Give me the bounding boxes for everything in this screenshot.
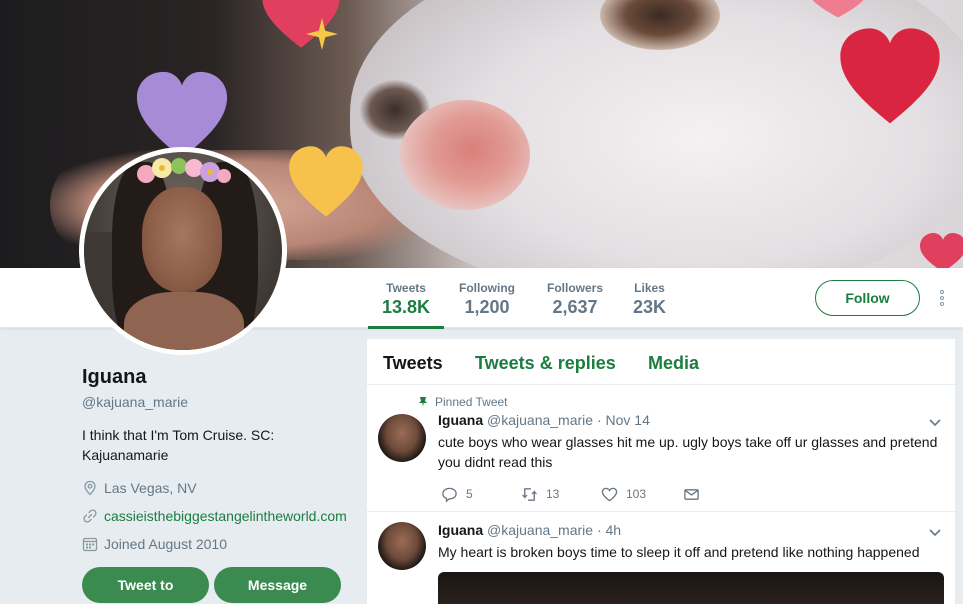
heart-icon — [918, 232, 963, 268]
like-action[interactable]: 103 — [601, 486, 683, 503]
tab-media[interactable]: Media — [648, 353, 699, 374]
tweet-time[interactable]: · Nov 14 — [597, 412, 650, 428]
more-vertical-icon[interactable] — [936, 290, 948, 308]
tweet-text: My heart is broken boys time to sleep it… — [438, 544, 920, 560]
reply-count: 5 — [466, 487, 473, 501]
stat-following[interactable]: Following 1,200 — [459, 281, 515, 318]
profile-avatar[interactable] — [79, 147, 287, 355]
tab-tweets[interactable]: Tweets — [383, 353, 443, 374]
tweet-author-handle[interactable]: @kajuana_marie — [487, 522, 593, 538]
tweet-author-name[interactable]: Iguana — [438, 522, 483, 538]
calendar-icon — [82, 537, 98, 552]
tweet-author-name[interactable]: Iguana — [438, 412, 483, 428]
tweet-text: cute boys who wear glasses hit me up. ug… — [438, 434, 938, 470]
tweet-author-handle[interactable]: @kajuana_marie — [487, 412, 593, 428]
stat-followers[interactable]: Followers 2,637 — [547, 281, 603, 318]
tweet-media-image[interactable] — [438, 572, 944, 604]
profile-joined: Joined August 2010 — [82, 534, 227, 554]
profile-bio: I think that I'm Tom Cruise. SC: Kajuana… — [82, 427, 275, 463]
retweet-count: 13 — [546, 487, 560, 501]
stat-value: 13.8K — [382, 297, 431, 317]
stat-label: Followers — [547, 281, 604, 295]
heart-icon — [798, 0, 878, 20]
reply-icon — [442, 487, 457, 502]
retweet-action[interactable]: 13 — [521, 486, 601, 503]
heart-icon — [834, 24, 946, 132]
timeline: Tweets Tweets & replies Media Pinned Twe… — [367, 339, 955, 604]
stat-value: 1,200 — [464, 297, 510, 317]
sparkle-icon — [306, 18, 338, 50]
tweet-time[interactable]: · 4h — [597, 522, 621, 538]
joined-text: Joined August 2010 — [104, 536, 227, 552]
pinned-indicator: Pinned Tweet — [415, 395, 508, 409]
follow-button[interactable]: Follow — [815, 280, 920, 316]
heart-icon — [286, 142, 366, 224]
chevron-down-icon[interactable] — [928, 418, 942, 428]
tweet-avatar[interactable] — [378, 414, 426, 462]
website-link[interactable]: cassieisthebiggestangelintheworld.com — [104, 508, 347, 524]
link-icon — [83, 509, 97, 523]
message-button[interactable]: Message — [214, 567, 341, 603]
tweet-actions: 5 13 103 — [441, 485, 708, 503]
profile-location: Las Vegas, NV — [82, 478, 197, 498]
tweet-header: Iguana @kajuana_marie · 4h — [438, 522, 621, 538]
profile-handle[interactable]: @kajuana_marie — [82, 394, 188, 410]
stat-label: Following — [459, 281, 515, 295]
reply-action[interactable]: 5 — [441, 486, 521, 503]
envelope-icon — [684, 488, 699, 500]
retweet-icon — [522, 487, 537, 501]
tweet-item[interactable]: Iguana @kajuana_marie · 4h My heart is b… — [367, 512, 955, 604]
pinned-label: Pinned Tweet — [435, 395, 508, 409]
banner-dog-nose — [400, 100, 530, 210]
avatar-photo — [84, 152, 282, 350]
profile-name[interactable]: Iguana — [82, 366, 146, 389]
like-count: 103 — [626, 487, 647, 501]
chevron-down-icon[interactable] — [928, 528, 942, 538]
avatar-body — [124, 292, 244, 350]
stat-tweets[interactable]: Tweets 13.8K — [367, 281, 445, 329]
location-text: Las Vegas, NV — [104, 480, 197, 496]
location-pin-icon — [84, 480, 96, 496]
stat-label: Likes — [634, 281, 665, 295]
pin-icon — [419, 397, 427, 407]
flower-crown-icon — [137, 158, 231, 183]
stat-value: 2,637 — [552, 297, 598, 317]
stat-likes[interactable]: Likes 23K — [633, 281, 666, 318]
tweet-header: Iguana @kajuana_marie · Nov 14 — [438, 412, 650, 428]
tab-tweets-replies[interactable]: Tweets & replies — [475, 353, 616, 374]
timeline-tabs: Tweets Tweets & replies Media — [367, 339, 955, 385]
stat-value: 23K — [633, 297, 667, 317]
stat-label: Tweets — [386, 281, 426, 295]
tweet-item[interactable]: Pinned Tweet Iguana @kajuana_marie · Nov… — [367, 385, 955, 512]
avatar-face — [142, 187, 222, 292]
tweet-to-button[interactable]: Tweet to — [82, 567, 209, 603]
tweet-avatar[interactable] — [378, 522, 426, 570]
profile-website[interactable]: cassieisthebiggestangelintheworld.com — [82, 506, 347, 526]
heart-outline-icon — [601, 487, 618, 501]
direct-message-action[interactable] — [683, 486, 708, 503]
